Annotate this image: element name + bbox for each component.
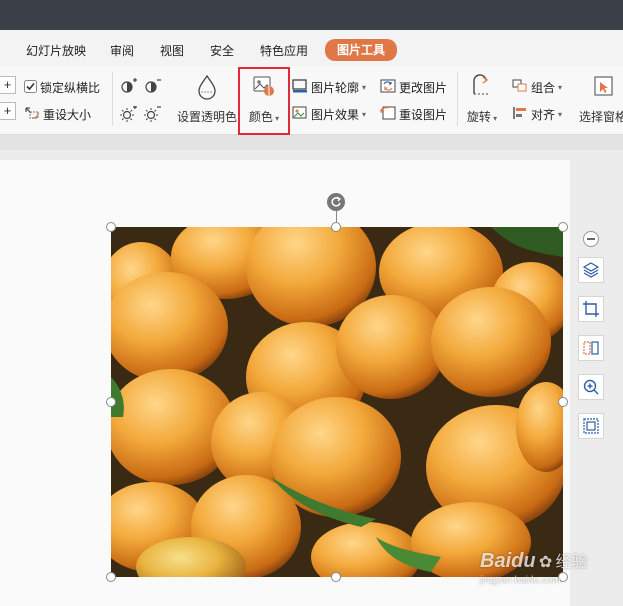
picture-frame-button[interactable] — [578, 413, 604, 439]
collapse-toolbar-button[interactable] — [583, 231, 599, 247]
baidu-suffix-text: 经验 — [555, 554, 588, 571]
decrease-brightness-icon[interactable] — [144, 106, 162, 125]
resize-handle-left[interactable] — [106, 397, 116, 407]
picture-effect-icon — [292, 106, 308, 123]
change-picture-icon — [380, 79, 396, 96]
lock-ratio-label: 锁定纵横比 — [40, 81, 101, 95]
align-label: 对齐 — [531, 108, 556, 122]
increase-contrast-icon[interactable] — [120, 78, 138, 97]
resize-handle-bottom-left[interactable] — [106, 572, 116, 582]
rotate-label: 旋转 — [466, 110, 491, 124]
picture-outline-label: 图片轮廓 — [311, 81, 360, 95]
rotate-handle-icon — [331, 196, 342, 207]
color-button-highlight-box — [238, 67, 290, 135]
resize-handle-top[interactable] — [331, 222, 341, 232]
picture-frame-icon — [583, 418, 599, 434]
group-icon — [512, 79, 528, 96]
reset-size-label: 重设大小 — [43, 108, 92, 122]
layers-button[interactable] — [578, 257, 604, 283]
split-picture-icon — [583, 341, 599, 355]
resize-handle-right[interactable] — [558, 397, 568, 407]
align-button[interactable]: 对齐 ▾ — [512, 106, 562, 123]
reset-picture-icon — [380, 106, 396, 123]
selection-pane-label: 选择窗格 — [578, 110, 623, 124]
set-transparent-color-button[interactable]: 设置透明色 — [176, 74, 238, 125]
crop-icon — [583, 301, 599, 317]
ribbon-toolbar: + + 锁定纵横比 重设大小 设置透明色 颜色 ▾ 图片轮廓 ▾ 图片效果 ▾ … — [0, 66, 623, 135]
tab-view[interactable]: 视图 — [160, 42, 184, 59]
ruler-strip — [0, 135, 623, 150]
resize-handle-top-right[interactable] — [558, 222, 568, 232]
picture-effect-button[interactable]: 图片效果 ▾ — [292, 106, 366, 123]
baidu-url-text: jingyan.baidu.com — [480, 575, 561, 586]
resize-handle-bottom[interactable] — [331, 572, 341, 582]
selection-pane-icon — [576, 74, 623, 100]
selection-pane-button[interactable]: 选择窗格 — [576, 74, 623, 125]
decrease-contrast-icon[interactable] — [144, 78, 162, 97]
rotate-icon — [464, 74, 500, 100]
change-picture-label: 更改图片 — [399, 81, 448, 95]
align-left-icon — [512, 106, 528, 123]
width-stepper-button[interactable]: + — [0, 102, 16, 120]
title-bar — [0, 0, 623, 30]
group-button[interactable]: 组合 ▾ — [512, 79, 562, 96]
baidu-watermark: Baidu ✿ 经验 jingyan.baidu.com — [480, 548, 620, 604]
transparent-drop-icon — [176, 74, 238, 100]
crop-button[interactable] — [578, 296, 604, 322]
increase-brightness-icon[interactable] — [120, 105, 138, 125]
tab-security[interactable]: 安全 — [210, 42, 234, 59]
tab-slideshow[interactable]: 幻灯片放映 — [26, 42, 86, 59]
minus-icon — [587, 238, 595, 240]
reset-picture-label: 重设图片 — [399, 108, 448, 122]
height-stepper-button[interactable]: + — [0, 76, 16, 94]
group-label: 组合 — [531, 81, 556, 95]
tab-review[interactable]: 审阅 — [110, 42, 134, 59]
reset-size-icon — [24, 106, 40, 123]
apricot-picture[interactable] — [111, 227, 563, 577]
zoom-picture-button[interactable] — [578, 374, 604, 400]
checkbox-checked-icon — [24, 79, 37, 96]
resize-handle-top-left[interactable] — [106, 222, 116, 232]
paw-logo-icon: ✿ — [538, 554, 553, 571]
picture-outline-button[interactable]: 图片轮廓 ▾ — [292, 79, 366, 96]
lock-ratio-checkbox[interactable]: 锁定纵横比 — [24, 79, 100, 96]
split-picture-button[interactable] — [578, 335, 604, 361]
picture-outline-icon — [292, 79, 308, 96]
change-picture-button[interactable]: 更改图片 — [380, 79, 447, 96]
layers-icon — [582, 262, 600, 278]
zoom-in-icon — [583, 379, 599, 395]
baidu-brand-text: Baidu — [480, 550, 536, 572]
tab-picture-tools[interactable]: 图片工具 — [325, 39, 398, 61]
tab-special-apps[interactable]: 特色应用 — [260, 42, 308, 59]
rotate-button[interactable]: 旋转 ▾ — [464, 74, 500, 125]
reset-size-button[interactable]: 重设大小 — [24, 106, 91, 123]
ribbon-tabs: 幻灯片放映 审阅 视图 安全 特色应用 图片工具 — [0, 30, 623, 66]
set-transparent-label: 设置透明色 — [176, 110, 237, 124]
reset-picture-button[interactable]: 重设图片 — [380, 106, 447, 123]
rotate-handle[interactable] — [327, 193, 345, 211]
apricot-photo-graphic — [111, 227, 563, 577]
picture-effect-label: 图片效果 — [311, 108, 360, 122]
